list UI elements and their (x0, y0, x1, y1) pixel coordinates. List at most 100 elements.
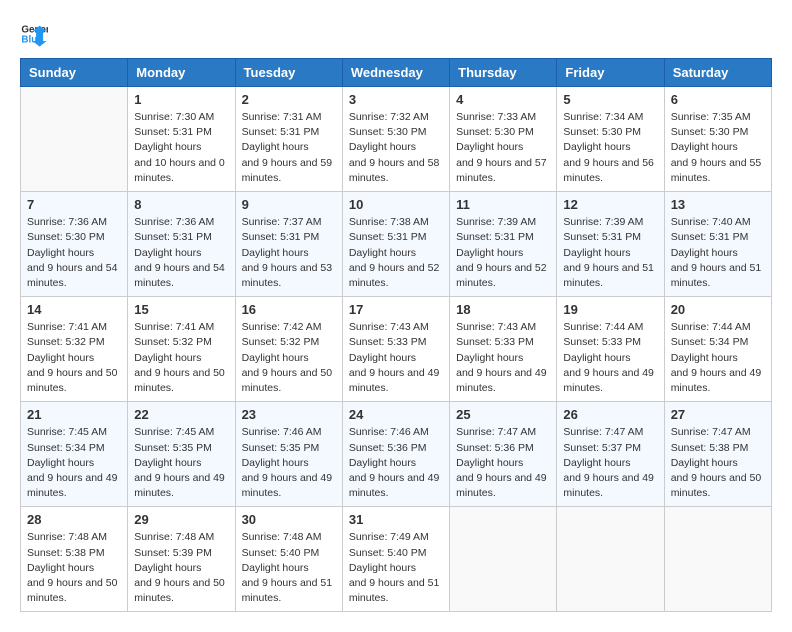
day-info: Sunrise: 7:43 AMSunset: 5:33 PMDaylight … (349, 320, 443, 396)
calendar-cell: 5 Sunrise: 7:34 AMSunset: 5:30 PMDaylight… (557, 87, 664, 192)
day-number: 27 (671, 407, 765, 422)
calendar-cell: 22 Sunrise: 7:45 AMSunset: 5:35 PMDayligh… (128, 402, 235, 507)
day-info: Sunrise: 7:48 AMSunset: 5:38 PMDaylight … (27, 530, 121, 606)
day-info: Sunrise: 7:48 AMSunset: 5:40 PMDaylight … (242, 530, 336, 606)
calendar-cell (21, 87, 128, 192)
day-number: 5 (563, 92, 657, 107)
day-number: 28 (27, 512, 121, 527)
calendar-cell: 28 Sunrise: 7:48 AMSunset: 5:38 PMDayligh… (21, 507, 128, 612)
calendar-cell: 21 Sunrise: 7:45 AMSunset: 5:34 PMDayligh… (21, 402, 128, 507)
calendar-week-5: 28 Sunrise: 7:48 AMSunset: 5:38 PMDayligh… (21, 507, 772, 612)
calendar-header: SundayMondayTuesdayWednesdayThursdayFrid… (21, 59, 772, 87)
calendar-cell: 19 Sunrise: 7:44 AMSunset: 5:33 PMDayligh… (557, 297, 664, 402)
day-info: Sunrise: 7:45 AMSunset: 5:34 PMDaylight … (27, 425, 121, 501)
day-number: 19 (563, 302, 657, 317)
calendar-cell: 13 Sunrise: 7:40 AMSunset: 5:31 PMDayligh… (664, 192, 771, 297)
day-number: 31 (349, 512, 443, 527)
day-number: 30 (242, 512, 336, 527)
calendar-cell: 10 Sunrise: 7:38 AMSunset: 5:31 PMDayligh… (342, 192, 449, 297)
day-number: 14 (27, 302, 121, 317)
day-info: Sunrise: 7:47 AMSunset: 5:38 PMDaylight … (671, 425, 765, 501)
day-number: 1 (134, 92, 228, 107)
calendar-cell (664, 507, 771, 612)
day-info: Sunrise: 7:47 AMSunset: 5:36 PMDaylight … (456, 425, 550, 501)
day-header-thursday: Thursday (450, 59, 557, 87)
calendar-cell: 16 Sunrise: 7:42 AMSunset: 5:32 PMDayligh… (235, 297, 342, 402)
day-number: 23 (242, 407, 336, 422)
calendar-cell (557, 507, 664, 612)
day-number: 10 (349, 197, 443, 212)
day-number: 22 (134, 407, 228, 422)
day-number: 2 (242, 92, 336, 107)
day-info: Sunrise: 7:46 AMSunset: 5:36 PMDaylight … (349, 425, 443, 501)
day-number: 13 (671, 197, 765, 212)
calendar-cell: 30 Sunrise: 7:48 AMSunset: 5:40 PMDayligh… (235, 507, 342, 612)
calendar-cell: 2 Sunrise: 7:31 AMSunset: 5:31 PMDaylight… (235, 87, 342, 192)
logo: General Blue (20, 20, 52, 48)
header: General Blue (20, 20, 772, 48)
day-number: 17 (349, 302, 443, 317)
day-info: Sunrise: 7:40 AMSunset: 5:31 PMDaylight … (671, 215, 765, 291)
day-number: 26 (563, 407, 657, 422)
day-header-tuesday: Tuesday (235, 59, 342, 87)
calendar-cell (450, 507, 557, 612)
day-number: 11 (456, 197, 550, 212)
day-number: 3 (349, 92, 443, 107)
day-number: 21 (27, 407, 121, 422)
day-info: Sunrise: 7:34 AMSunset: 5:30 PMDaylight … (563, 110, 657, 186)
day-info: Sunrise: 7:36 AMSunset: 5:30 PMDaylight … (27, 215, 121, 291)
calendar-cell: 1 Sunrise: 7:30 AMSunset: 5:31 PMDaylight… (128, 87, 235, 192)
calendar-cell: 4Sunrise: 7:33 AMSunset: 5:30 PMDaylight… (450, 87, 557, 192)
calendar-cell: 15 Sunrise: 7:41 AMSunset: 5:32 PMDayligh… (128, 297, 235, 402)
calendar-week-2: 7 Sunrise: 7:36 AMSunset: 5:30 PMDaylight… (21, 192, 772, 297)
day-info: Sunrise: 7:38 AMSunset: 5:31 PMDaylight … (349, 215, 443, 291)
calendar-cell: 6 Sunrise: 7:35 AMSunset: 5:30 PMDaylight… (664, 87, 771, 192)
calendar-cell: 8 Sunrise: 7:36 AMSunset: 5:31 PMDaylight… (128, 192, 235, 297)
calendar-body: 1 Sunrise: 7:30 AMSunset: 5:31 PMDaylight… (21, 87, 772, 612)
day-info: Sunrise: 7:41 AMSunset: 5:32 PMDaylight … (134, 320, 228, 396)
day-header-saturday: Saturday (664, 59, 771, 87)
day-number: 6 (671, 92, 765, 107)
day-info: Sunrise: 7:46 AMSunset: 5:35 PMDaylight … (242, 425, 336, 501)
day-info: Sunrise: 7:31 AMSunset: 5:31 PMDaylight … (242, 110, 336, 186)
calendar-cell: 17 Sunrise: 7:43 AMSunset: 5:33 PMDayligh… (342, 297, 449, 402)
day-info: Sunrise: 7:42 AMSunset: 5:32 PMDaylight … (242, 320, 336, 396)
calendar-cell: 14 Sunrise: 7:41 AMSunset: 5:32 PMDayligh… (21, 297, 128, 402)
day-number: 20 (671, 302, 765, 317)
day-number: 8 (134, 197, 228, 212)
day-info: Sunrise: 7:41 AMSunset: 5:32 PMDaylight … (27, 320, 121, 396)
calendar-cell: 31 Sunrise: 7:49 AMSunset: 5:40 PMDayligh… (342, 507, 449, 612)
day-number: 16 (242, 302, 336, 317)
day-number: 24 (349, 407, 443, 422)
day-number: 18 (456, 302, 550, 317)
calendar-cell: 12 Sunrise: 7:39 AMSunset: 5:31 PMDayligh… (557, 192, 664, 297)
day-header-wednesday: Wednesday (342, 59, 449, 87)
day-number: 7 (27, 197, 121, 212)
calendar-cell: 29Sunrise: 7:48 AMSunset: 5:39 PMDayligh… (128, 507, 235, 612)
calendar-cell: 24 Sunrise: 7:46 AMSunset: 5:36 PMDayligh… (342, 402, 449, 507)
calendar-cell: 11Sunrise: 7:39 AMSunset: 5:31 PMDayligh… (450, 192, 557, 297)
day-info: Sunrise: 7:44 AMSunset: 5:34 PMDaylight … (671, 320, 765, 396)
calendar-week-3: 14 Sunrise: 7:41 AMSunset: 5:32 PMDayligh… (21, 297, 772, 402)
calendar-week-4: 21 Sunrise: 7:45 AMSunset: 5:34 PMDayligh… (21, 402, 772, 507)
calendar-cell: 9Sunrise: 7:37 AMSunset: 5:31 PMDaylight… (235, 192, 342, 297)
calendar-cell: 7 Sunrise: 7:36 AMSunset: 5:30 PMDaylight… (21, 192, 128, 297)
calendar-cell: 27 Sunrise: 7:47 AMSunset: 5:38 PMDayligh… (664, 402, 771, 507)
day-info: Sunrise: 7:30 AMSunset: 5:31 PMDaylight … (134, 110, 228, 186)
day-info: Sunrise: 7:49 AMSunset: 5:40 PMDaylight … (349, 530, 443, 606)
day-number: 12 (563, 197, 657, 212)
day-number: 9 (242, 197, 336, 212)
calendar-cell: 3Sunrise: 7:32 AMSunset: 5:30 PMDaylight… (342, 87, 449, 192)
day-info: Sunrise: 7:45 AMSunset: 5:35 PMDaylight … (134, 425, 228, 501)
calendar-cell: 26Sunrise: 7:47 AMSunset: 5:37 PMDayligh… (557, 402, 664, 507)
day-info: Sunrise: 7:39 AMSunset: 5:31 PMDaylight … (563, 215, 657, 291)
day-info: Sunrise: 7:35 AMSunset: 5:30 PMDaylight … (671, 110, 765, 186)
day-info: Sunrise: 7:36 AMSunset: 5:31 PMDaylight … (134, 215, 228, 291)
day-info: Sunrise: 7:44 AMSunset: 5:33 PMDaylight … (563, 320, 657, 396)
calendar-cell: 23 Sunrise: 7:46 AMSunset: 5:35 PMDayligh… (235, 402, 342, 507)
calendar: SundayMondayTuesdayWednesdayThursdayFrid… (20, 58, 772, 612)
day-number: 15 (134, 302, 228, 317)
day-info: Sunrise: 7:33 AMSunset: 5:30 PMDaylight … (456, 110, 550, 186)
calendar-cell: 25Sunrise: 7:47 AMSunset: 5:36 PMDayligh… (450, 402, 557, 507)
day-header-friday: Friday (557, 59, 664, 87)
